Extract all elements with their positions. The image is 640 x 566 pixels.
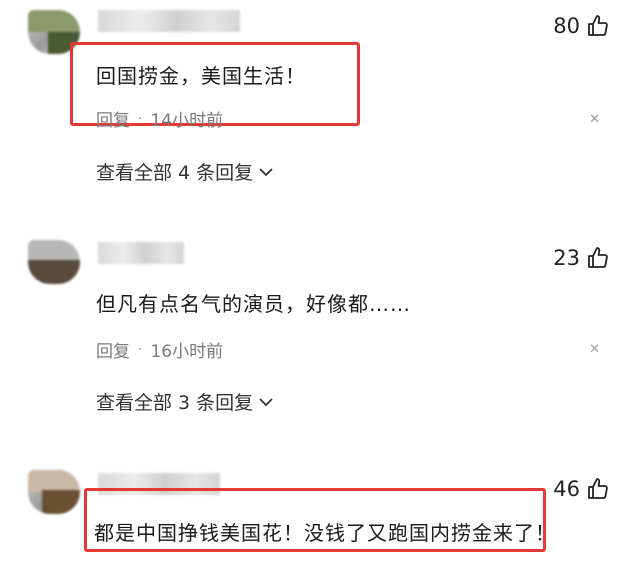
- like-button[interactable]: 80: [553, 14, 610, 38]
- comment-meta: 回复 · 14小时前: [96, 106, 224, 132]
- reply-button[interactable]: 回复: [96, 337, 130, 362]
- close-icon[interactable]: ✕: [589, 112, 600, 127]
- chevron-down-icon: [259, 397, 273, 406]
- view-replies-button[interactable]: 查看全部 3 条回复: [96, 388, 273, 415]
- like-count: 46: [553, 477, 580, 501]
- reply-button[interactable]: 回复: [96, 106, 130, 131]
- close-icon[interactable]: ✕: [589, 342, 600, 357]
- timestamp: 14小时前: [150, 111, 224, 131]
- username[interactable]: [98, 242, 184, 264]
- separator-dot: ·: [138, 341, 143, 358]
- comment-meta: 回复 · 16小时前: [96, 337, 224, 363]
- like-button[interactable]: 23: [553, 246, 610, 270]
- thumbs-up-icon: [588, 15, 608, 36]
- thumbs-up-icon: [588, 478, 608, 499]
- chevron-down-icon: [259, 167, 273, 176]
- comment-text: 都是中国挣钱美国花！没钱了又跑国内捞金来了！: [94, 521, 556, 545]
- comment-text: 回国捞金，美国生活！: [96, 64, 306, 88]
- view-replies-label: 查看全部 4 条回复: [96, 162, 254, 184]
- timestamp: 16小时前: [150, 342, 224, 362]
- view-replies-label: 查看全部 3 条回复: [96, 392, 254, 414]
- like-count: 23: [553, 246, 580, 270]
- like-button[interactable]: 46: [553, 477, 610, 501]
- avatar[interactable]: [28, 470, 80, 514]
- thumbs-up-icon: [588, 247, 608, 268]
- comment-text: 但凡有点名气的演员，好像都……: [96, 292, 411, 316]
- avatar[interactable]: [28, 240, 80, 284]
- like-count: 80: [553, 14, 580, 38]
- separator-dot: ·: [138, 110, 143, 127]
- view-replies-button[interactable]: 查看全部 4 条回复: [96, 158, 273, 185]
- username[interactable]: [98, 10, 240, 32]
